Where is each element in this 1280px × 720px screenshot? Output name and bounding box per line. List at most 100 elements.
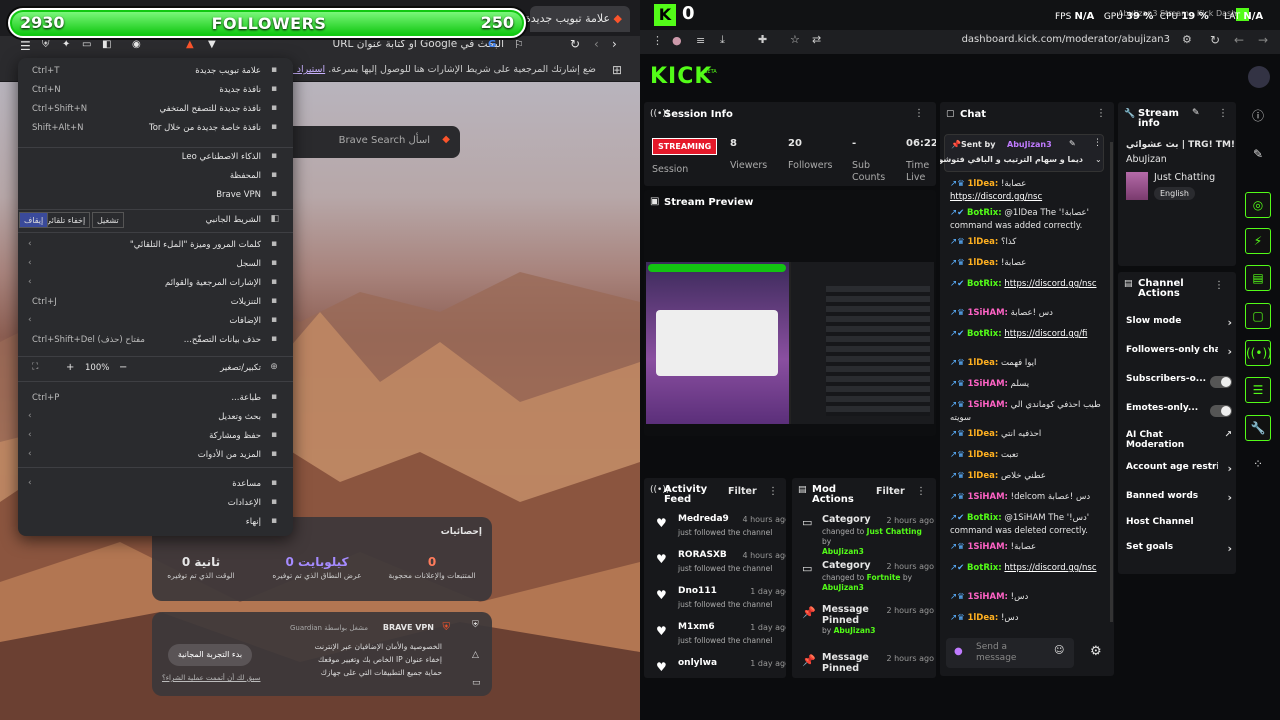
menu-item[interactable]: ▪ حذف بيانات التصفّح... Ctrl+Shift+Del مفت… <box>18 331 293 349</box>
chat-username[interactable]: 1lDea: <box>967 613 998 623</box>
channel-action-item[interactable]: Host Channel <box>1126 517 1232 537</box>
menu-item[interactable]: ▪ السجل ‹ <box>18 255 293 273</box>
chat-bubble-icon[interactable]: ▢ <box>1245 303 1271 329</box>
activity-menu-icon[interactable]: ⋮ <box>768 486 778 497</box>
chat-scrollbar[interactable] <box>1110 142 1113 622</box>
unpin-icon[interactable]: ✎ <box>1069 139 1076 148</box>
menu-item[interactable]: ▪ الذكاء الاصطناعي Leo <box>18 148 293 166</box>
back-icon[interactable]: ← <box>1234 33 1244 47</box>
download-icon[interactable]: ⤓ <box>720 33 725 47</box>
channel-action-item[interactable]: Followers-only cha › <box>1126 345 1232 365</box>
chat-username[interactable]: 1SiHAM: <box>967 592 1008 602</box>
category-name[interactable]: Just Chatting <box>1154 172 1215 183</box>
chat-link[interactable]: https://discord.gg/nsc <box>1004 563 1096 573</box>
user-avatar[interactable] <box>1248 66 1270 88</box>
info-icon[interactable]: ⓘ <box>1245 104 1271 130</box>
menu-item[interactable]: ▪ علامة تبويب جديدة Ctrl+T <box>18 62 293 80</box>
chat-username[interactable]: 1lDea: <box>967 450 998 460</box>
forward-icon[interactable]: › <box>612 37 617 51</box>
vpn-already-link[interactable]: سبق لك أن أتممت عملية الشراء؟ <box>162 674 260 682</box>
zoom-out-button[interactable]: − <box>119 362 127 373</box>
channel-action-item[interactable]: Banned words › <box>1126 491 1232 511</box>
pinned-menu-icon[interactable]: ⋮ <box>1093 138 1102 148</box>
activity-filter-button[interactable]: Filter <box>728 486 757 497</box>
menu-item[interactable]: ▪ طباعة... Ctrl+P <box>18 389 293 407</box>
menu-item[interactable]: ▪ نافذة جديدة Ctrl+N <box>18 81 293 99</box>
channel-action-item[interactable]: Emotes-only... <box>1126 403 1232 423</box>
chat-username[interactable]: 1lDea: <box>967 258 998 268</box>
menu-item[interactable]: ▪ نافذة جديدة للتصفح المتخفي Ctrl+Shift+N <box>18 100 293 118</box>
extensions-puzzle-icon[interactable]: ✚ <box>758 33 767 46</box>
bookmark-star-icon[interactable]: ⚐ <box>514 38 524 51</box>
card-calendar-icon[interactable]: ▭ <box>472 678 481 688</box>
mod-detail-highlight[interactable]: Fortnite <box>867 573 901 582</box>
mod-detail-highlight[interactable]: Just Chatting <box>867 527 922 536</box>
activity-username[interactable]: onlylwa <box>678 658 717 668</box>
fullscreen-icon[interactable]: ⛶ <box>32 362 38 372</box>
card-settings-icon[interactable]: ⛨ <box>472 620 479 630</box>
mod-menu-icon[interactable]: ⋮ <box>916 486 926 497</box>
camera-icon[interactable]: ◎ <box>1245 192 1271 218</box>
channel-action-item[interactable]: Set goals › <box>1126 542 1232 562</box>
menu-item[interactable]: ▪ نافذة خاصة جديدة من خلال Tor Shift+Alt+N <box>18 119 293 137</box>
menu-item[interactable]: ▪ كلمات المرور وميزة "الملء التلقائي" ‹ <box>18 236 293 254</box>
list-icon[interactable]: ▤ <box>1245 265 1271 291</box>
menu-item[interactable]: ▪ الإعدادات <box>18 494 293 512</box>
menu-item[interactable]: ▪ مساعدة ‹ <box>18 475 293 493</box>
chat-username[interactable]: 1lDea: <box>967 179 998 189</box>
brave-tab-new[interactable]: ◆ علامة تبويب جديدة <box>525 6 630 32</box>
pinned-expand-icon[interactable]: ⌄ <box>1095 155 1102 164</box>
menu-item[interactable]: ▪ المحفظة <box>18 167 293 185</box>
site-settings-icon[interactable]: ⚙ <box>1182 33 1192 46</box>
zoom-in-button[interactable]: + <box>66 362 74 373</box>
menu-item[interactable]: ▪ الإشارات المرجعية والقوائم ‹ <box>18 274 293 292</box>
edit-icon[interactable]: ✎ <box>1192 108 1200 118</box>
broadcast-icon[interactable]: ((•)) <box>1245 340 1272 366</box>
menu-item[interactable]: ▪ المزيد من الأدوات ‹ <box>18 446 293 464</box>
chat-settings-icon[interactable]: ⚙ <box>1090 644 1102 659</box>
activity-username[interactable]: Dno111 <box>678 586 717 596</box>
activity-username[interactable]: RORASXB <box>678 550 727 560</box>
stream-info-menu-icon[interactable]: ⋮ <box>1218 108 1228 119</box>
chat-username[interactable]: 1lDea: <box>967 471 998 481</box>
chat-username[interactable]: 1SiHAM: <box>967 492 1008 502</box>
star-icon[interactable]: ☆ <box>790 33 800 46</box>
chat-username[interactable]: BotRix: <box>967 329 1002 339</box>
session-menu-icon[interactable]: ⋮ <box>914 108 924 119</box>
kebab-menu-icon[interactable]: ⋮ <box>652 34 663 47</box>
chat-username[interactable]: BotRix: <box>967 513 1002 523</box>
apps-grid-icon[interactable]: ⊞ <box>612 63 622 77</box>
profile-icon[interactable]: ● <box>672 34 682 47</box>
sidebar-toggle-icon[interactable]: ◧ <box>102 39 111 50</box>
kick-address-bar[interactable]: dashboard.kick.com/moderator/abujizan3 <box>930 34 1170 45</box>
chat-username[interactable]: 1lDea: <box>967 237 998 247</box>
chat-username[interactable]: 1lDea: <box>967 358 998 368</box>
menu-item[interactable]: ▪ الإضافات ‹ <box>18 312 293 330</box>
chat-input[interactable]: ● Send a message ☺ <box>946 638 1074 668</box>
lightning-icon[interactable]: ⚡ <box>1245 228 1271 254</box>
chat-username[interactable]: 1SiHAM: <box>967 400 1008 410</box>
reading-list-icon[interactable]: ≡ <box>696 34 705 47</box>
toggle-switch[interactable] <box>1210 405 1232 417</box>
chat-link[interactable]: https://discord.gg/nsc <box>950 192 1042 202</box>
vpn-trial-button[interactable]: بدء التجربة المجانية <box>168 644 252 666</box>
address-bar[interactable]: البحث في Google أو كتابة عنوان URL <box>300 38 504 56</box>
card-warning-icon[interactable]: △ <box>472 650 479 660</box>
channel-action-item[interactable]: Subscribers-o... <box>1126 374 1232 394</box>
channel-action-item[interactable]: AI Chat Moderation ↗ <box>1126 430 1232 450</box>
forward-icon[interactable]: → <box>1258 33 1268 47</box>
menu-item[interactable]: ▪ إنهاء <box>18 513 293 531</box>
layers-icon[interactable]: ☰ <box>1245 377 1271 403</box>
mod-detail-highlight[interactable]: AbuJizan3 <box>834 626 876 635</box>
chat-mic-icon[interactable]: ● <box>954 646 963 657</box>
vpn-icon[interactable]: ◉ <box>132 39 141 50</box>
extensions-icon[interactable]: ✦ <box>62 39 70 50</box>
dots-icon[interactable]: ⁘ <box>1245 452 1271 478</box>
emoji-icon[interactable]: ☺ <box>1054 645 1064 656</box>
sidebar-off-button[interactable]: إيقاف <box>19 212 49 228</box>
chat-username[interactable]: BotRix: <box>967 563 1002 573</box>
menu-icon[interactable]: ☰ <box>20 39 31 53</box>
mod-detail-user[interactable]: AbuJizan3 <box>822 547 864 556</box>
channel-action-item[interactable]: Slow mode › <box>1126 316 1232 336</box>
chat-username[interactable]: 1SiHAM: <box>967 542 1008 552</box>
